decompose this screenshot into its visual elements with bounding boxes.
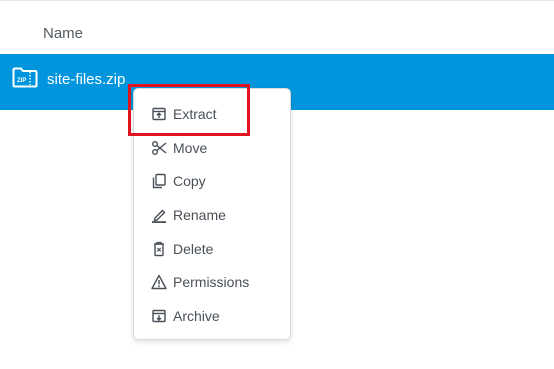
menu-item-label: Copy [173,173,206,189]
menu-item-permissions[interactable]: Permissions [134,267,290,297]
top-divider [0,0,554,1]
menu-item-label: Rename [173,207,226,223]
menu-item-rename[interactable]: Rename [134,200,290,230]
pencil-icon [152,209,166,223]
scissors-icon [152,141,167,155]
menu-item-label: Archive [173,308,220,324]
menu-item-delete[interactable]: Delete [134,234,290,264]
menu-item-extract[interactable]: Extract [134,99,290,129]
warning-icon [151,274,167,290]
name-column-header[interactable]: Name [43,25,83,42]
zip-icon-badge: ZIP [17,78,26,84]
file-manager: Name ZIP site-files.zip Extract Move Cop… [0,0,554,369]
context-menu: Extract Move Copy Rename Delete Permissi… [133,88,291,340]
extract-icon [152,107,166,121]
zip-folder-icon: ZIP [12,67,38,88]
copy-icon [152,173,166,189]
menu-item-label: Delete [173,241,214,257]
trash-icon [154,241,164,257]
menu-item-label: Move [173,140,208,156]
archive-icon [152,309,166,323]
menu-item-archive[interactable]: Archive [134,301,290,331]
menu-item-label: Permissions [173,274,250,290]
menu-item-label: Extract [173,106,217,122]
menu-item-copy[interactable]: Copy [134,166,290,196]
menu-item-move[interactable]: Move [134,133,290,163]
file-name[interactable]: site-files.zip [47,71,125,88]
